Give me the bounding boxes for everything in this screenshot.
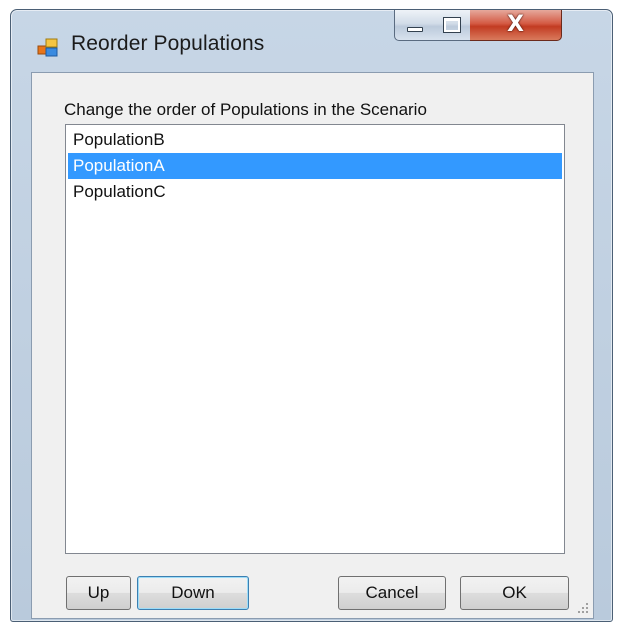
title-bar[interactable]: Reorder Populations X xyxy=(11,10,612,72)
window-title: Reorder Populations xyxy=(71,32,265,55)
dialog-client-area: Change the order of Populations in the S… xyxy=(31,72,594,619)
minimize-icon xyxy=(407,27,423,32)
close-icon: X xyxy=(507,12,524,37)
list-item-populationa[interactable]: PopulationA xyxy=(68,153,562,179)
list-item-populationb[interactable]: PopulationB xyxy=(68,127,562,153)
ok-button[interactable]: OK xyxy=(460,576,569,610)
down-button[interactable]: Down xyxy=(137,576,249,610)
up-button[interactable]: Up xyxy=(66,576,131,610)
cancel-button[interactable]: Cancel xyxy=(338,576,446,610)
close-button[interactable]: X xyxy=(470,10,562,41)
populations-listbox[interactable]: PopulationB PopulationA PopulationC xyxy=(65,124,565,554)
resize-grip-icon[interactable] xyxy=(577,602,589,614)
instruction-label: Change the order of Populations in the S… xyxy=(64,100,427,119)
maximize-button[interactable] xyxy=(432,10,471,41)
app-icon xyxy=(37,38,58,57)
minimize-button[interactable] xyxy=(394,10,434,41)
maximize-icon xyxy=(443,17,461,33)
dialog-window: Reorder Populations X Change the order o… xyxy=(10,9,613,622)
list-item-populationc[interactable]: PopulationC xyxy=(68,179,562,205)
